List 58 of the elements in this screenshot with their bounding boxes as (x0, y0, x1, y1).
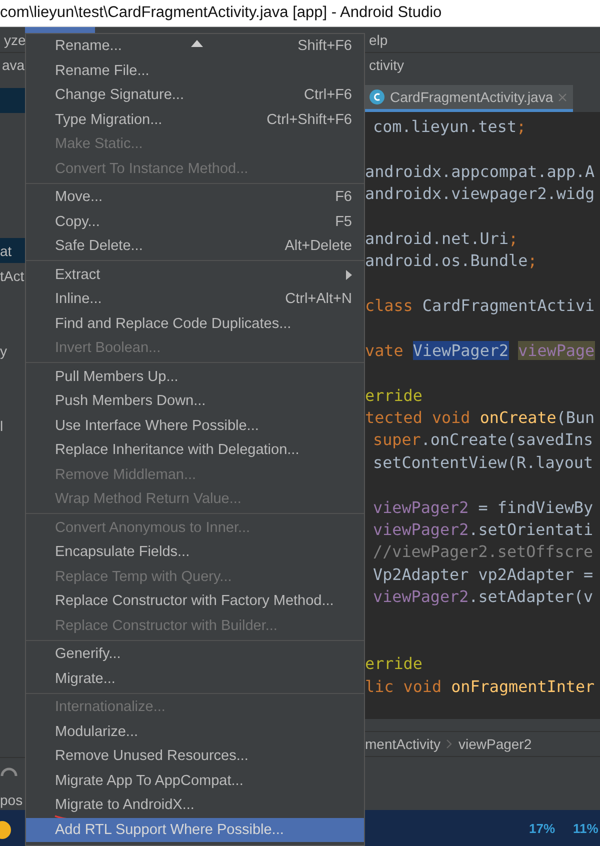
menu-item[interactable]: Add RTL Support Where Possible... (26, 818, 364, 842)
code-line: super.onCreate(savedIns (372, 429, 594, 452)
menu-item[interactable]: Remove Unused Resources... (26, 744, 364, 768)
menu-bar-item[interactable]: yze (0, 27, 25, 52)
code-line: android.os.Bundle; (365, 250, 538, 272)
close-icon (558, 92, 568, 102)
code-line: tected void onCreate(Bun (365, 407, 595, 430)
menu-item[interactable]: Move... F6 (26, 185, 364, 210)
menu-item[interactable]: Encapsulate Fields... (26, 540, 364, 564)
editor-tab[interactable]: CardFragmentActivity.java (365, 85, 574, 112)
code-line: Vp2Adapter vp2Adapter = (372, 564, 594, 586)
breadcrumb-item[interactable]: mentActivity (365, 736, 440, 752)
code-line: class CardFragmentActivi (365, 295, 595, 318)
tree-row-label: at (0, 242, 12, 258)
usage-reading: 17% (529, 820, 556, 836)
menu-item[interactable]: Modularize... (26, 720, 364, 744)
code-line: com.lieyun.test; (372, 116, 526, 138)
code-line: setContentView(R.layout (372, 452, 594, 474)
code-line: vate ViewPager2 viewPage (365, 340, 595, 362)
menu-item[interactable]: Change Signature... Ctrl+F6 (26, 83, 364, 108)
menu-item[interactable]: Rename File... (26, 58, 364, 83)
menu-item[interactable]: Migrate... (26, 666, 364, 691)
menu-item[interactable]: Push Members Down... (26, 389, 364, 414)
menu-item[interactable]: Inline... Ctrl+Alt+N (26, 287, 364, 312)
submenu-arrow-icon (346, 270, 352, 280)
menu-item[interactable]: Use Interface Where Possible... (26, 414, 364, 438)
code-line: erride (365, 384, 422, 407)
breadcrumb-item[interactable]: viewPager2 (458, 736, 532, 752)
menu-item[interactable]: Find and Replace Code Duplicates... (26, 312, 364, 336)
navigation-crumb[interactable]: ctivity (367, 57, 569, 73)
class-file-icon (369, 89, 385, 105)
code-line: //viewPager2.setOffscre (372, 541, 594, 564)
code-line: erride (365, 653, 422, 676)
menu-item[interactable]: Replace Inheritance with Delegation... (26, 438, 364, 462)
tree-row-label: tAct (0, 268, 24, 284)
menu-bar-item[interactable]: elp (365, 27, 425, 52)
code-line: androidx.viewpager2.widg (365, 183, 595, 206)
menu-item[interactable]: Copy... F5 (26, 210, 364, 234)
menu-item[interactable]: Pull Members Up... (26, 364, 364, 389)
code-line: viewPager2.setAdapter(v (372, 586, 594, 608)
panel-label: pos (0, 792, 23, 808)
menu-item[interactable]: Replace Constructor with Factory Method... (26, 589, 364, 614)
code-line: viewPager2 = findViewBy (372, 496, 594, 519)
menu-item[interactable]: Extract (26, 262, 364, 287)
code-line: lic void onFragmentInter (365, 676, 595, 698)
chevron-right-icon (446, 739, 452, 749)
menu-item[interactable]: Type Migration... Ctrl+Shift+F6 (26, 108, 364, 132)
menu-item[interactable]: Rename... Shift+F6 (26, 34, 364, 58)
usage-reading: 11% (573, 820, 598, 836)
menu-item[interactable]: Safe Delete... Alt+Delete (26, 234, 364, 258)
code-line: android.net.Uri; (365, 228, 518, 250)
code-line: viewPager2.setOrientati (372, 519, 594, 542)
code-line: androidx.appcompat.app.A (365, 160, 595, 183)
horizontal-scrollbar[interactable] (365, 719, 600, 731)
window-title: com\lieyun\test\CardFragmentActivity.java [app] - Android Studio (0, 4, 442, 22)
menu-item[interactable]: Migrate App To AppCompat... (26, 768, 364, 793)
scroll-up-icon (191, 40, 203, 47)
menu-item[interactable]: Generify... (26, 642, 364, 666)
